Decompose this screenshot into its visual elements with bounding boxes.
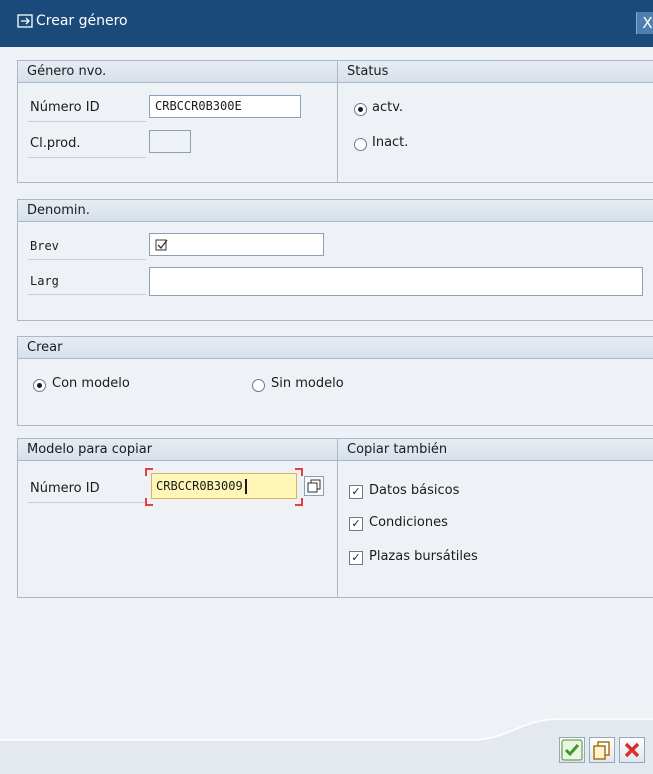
brev-label: Brev xyxy=(30,239,59,253)
modelo-numero-id-label: Número ID xyxy=(30,481,100,496)
genero-nvo-header: Género nvo. xyxy=(18,61,337,83)
create-window-icon xyxy=(17,14,33,28)
close-icon: X xyxy=(642,14,653,32)
copy-value-icon xyxy=(307,479,321,493)
cancel-button[interactable] xyxy=(619,737,645,763)
copy-button[interactable] xyxy=(589,737,615,763)
larg-field[interactable] xyxy=(149,267,643,296)
clprod-label: Cl.prod. xyxy=(30,136,81,151)
checkbox-list-icon xyxy=(155,239,168,251)
brev-field[interactable] xyxy=(149,233,324,256)
modelo-copiar-group: Modelo para copiar Copiar también Número… xyxy=(17,438,653,598)
denomin-group: Denomin. Brev Larg xyxy=(17,199,653,321)
numero-id-label: Número ID xyxy=(30,100,100,115)
window-title: Crear género xyxy=(36,13,128,29)
denomin-header: Denomin. xyxy=(18,200,653,222)
copy-value-button[interactable] xyxy=(304,476,324,496)
modelo-header: Modelo para copiar xyxy=(18,439,337,461)
text-caret xyxy=(244,479,247,494)
footer-area xyxy=(0,718,653,774)
confirm-button[interactable] xyxy=(559,737,585,763)
crear-header: Crear xyxy=(18,337,653,359)
clprod-field[interactable] xyxy=(149,130,191,153)
numero-id-field[interactable]: CRBCCR0B300E xyxy=(149,95,301,118)
copy-icon xyxy=(593,741,610,760)
larg-label: Larg xyxy=(30,274,59,288)
close-button[interactable]: X xyxy=(636,12,653,34)
title-bar: Crear género X xyxy=(0,0,653,47)
genero-status-group: Género nvo. Status Número ID CRBCCR0B300… xyxy=(17,60,653,183)
cancel-icon xyxy=(624,742,640,758)
confirm-icon xyxy=(561,739,583,761)
crear-group: Crear Con modelo Sin modelo xyxy=(17,336,653,426)
copiar-header: Copiar también xyxy=(338,439,653,461)
status-header: Status xyxy=(338,61,653,83)
modelo-numero-id-field[interactable]: CRBCCR0B3009 xyxy=(151,473,297,499)
